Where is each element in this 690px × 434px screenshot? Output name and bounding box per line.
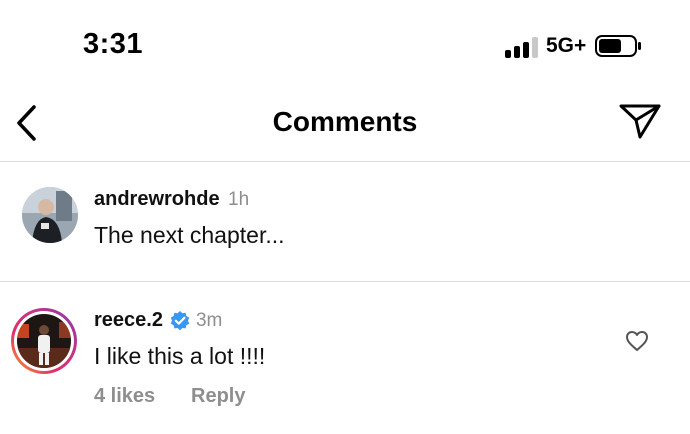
battery-icon — [595, 35, 641, 57]
network-type: 5G+ — [546, 34, 587, 57]
likes-count[interactable]: 4 likes — [94, 385, 155, 408]
verified-badge-icon — [170, 310, 190, 330]
header-divider — [0, 161, 690, 162]
status-time: 3:31 — [83, 28, 144, 60]
signal-icon — [505, 36, 539, 58]
comment-time: 3m — [195, 309, 223, 331]
comment-text: The next chapter... — [94, 222, 285, 248]
comment-text: I like this a lot !!!! — [94, 343, 266, 369]
heart-outline-icon[interactable] — [625, 330, 649, 352]
avatar-andrewrohde[interactable] — [22, 187, 78, 243]
page-title: Comments — [272, 106, 418, 137]
reply-button[interactable]: Reply — [191, 385, 245, 408]
caption-divider — [0, 281, 690, 282]
comment-username[interactable]: andrewrohde — [94, 188, 220, 210]
comment-username[interactable]: reece.2 — [94, 309, 163, 332]
avatar-reece-2[interactable] — [11, 308, 77, 374]
comment-time: 1h — [228, 189, 250, 210]
paper-plane-icon[interactable] — [618, 102, 662, 140]
